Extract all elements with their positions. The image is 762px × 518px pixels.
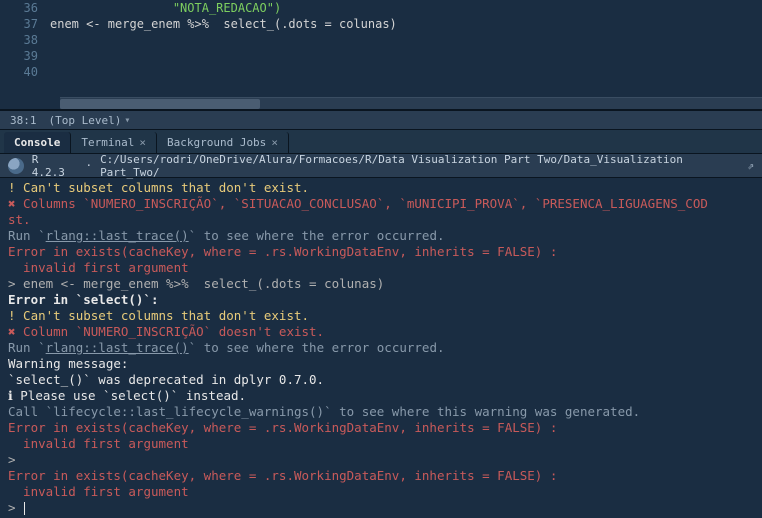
line-number: 37 [0,16,50,32]
console-line: invalid first argument [8,484,754,500]
console-line: Warning message: [8,356,754,372]
popout-icon[interactable]: ⇗ [747,159,754,172]
tab-label: Terminal [81,136,134,149]
r-version: R 4.2.3 [32,153,78,179]
console-line: Error in exists(cacheKey, where = .rs.Wo… [8,468,754,484]
console-info-bar: R 4.2.3 · C:/Users/rodri/OneDrive/Alura/… [0,154,762,178]
tab-label: Console [14,136,60,149]
scrollbar-thumb[interactable] [60,99,260,109]
code-text: enem <- merge_enem %>% select_(.dots = c… [50,16,762,32]
tab-background-jobs[interactable]: Background Jobs × [157,132,289,153]
console-line: Run `rlang::last_trace()` to see where t… [8,340,754,356]
scope-selector[interactable]: (Top Level) ▾ [49,114,131,127]
code-text [50,48,762,64]
chevron-down-icon: ▾ [124,115,130,126]
console-output[interactable]: ! Can't subset columns that don't exist.… [0,178,762,518]
working-dir[interactable]: C:/Users/rodri/OneDrive/Alura/Formacoes/… [100,153,739,179]
tab-console[interactable]: Console [4,132,71,153]
console-line: Error in exists(cacheKey, where = .rs.Wo… [8,420,754,436]
line-number: 40 [0,64,50,80]
console-line: > [8,500,754,516]
r-logo-icon [8,158,24,174]
console-line: invalid first argument [8,436,754,452]
editor-line[interactable]: 39 [0,48,762,64]
console-line: Call `lifecycle::last_lifecycle_warnings… [8,404,754,420]
editor-line[interactable]: 40 [0,64,762,80]
editor-status-bar: 38:1 (Top Level) ▾ [0,110,762,130]
console-line: ! Can't subset columns that don't exist. [8,308,754,324]
console-line: `select_()` was deprecated in dplyr 0.7.… [8,372,754,388]
console-line: > [8,452,754,468]
tab-label: Background Jobs [167,136,266,149]
console-tabs: Console Terminal × Background Jobs × [0,130,762,154]
tab-terminal[interactable]: Terminal × [71,132,157,153]
line-number: 39 [0,48,50,64]
console-line: invalid first argument [8,260,754,276]
cursor-position: 38:1 [10,114,37,127]
code-text [50,32,762,48]
console-line: ✖ Column `NUMERO_INSCRIÇÃO` doesn't exis… [8,324,754,340]
editor-h-scrollbar[interactable] [60,97,762,109]
close-icon[interactable]: × [271,136,278,149]
console-line: Error in exists(cacheKey, where = .rs.Wo… [8,244,754,260]
console-line: st. [8,212,754,228]
console-line: Error in `select()`: [8,292,754,308]
console-line: ℹ Please use `select()` instead. [8,388,754,404]
console-line: > enem <- merge_enem %>% select_(.dots =… [8,276,754,292]
editor-line[interactable]: 36 "NOTA_REDACAO") [0,0,762,16]
console-line: ✖ Columns `NUMERO_INSCRIÇÃO`, `SITUACAO_… [8,196,754,212]
line-number: 38 [0,32,50,48]
editor-line[interactable]: 37enem <- merge_enem %>% select_(.dots =… [0,16,762,32]
editor-line[interactable]: 38 [0,32,762,48]
code-text [50,64,762,80]
console-line: Run `rlang::last_trace()` to see where t… [8,228,754,244]
close-icon[interactable]: × [139,136,146,149]
line-number: 36 [0,0,50,16]
console-line: ! Can't subset columns that don't exist. [8,180,754,196]
code-editor[interactable]: 36 "NOTA_REDACAO")37enem <- merge_enem %… [0,0,762,110]
code-text: "NOTA_REDACAO") [50,0,762,16]
dot-separator: · [85,159,92,172]
text-cursor [24,502,25,515]
